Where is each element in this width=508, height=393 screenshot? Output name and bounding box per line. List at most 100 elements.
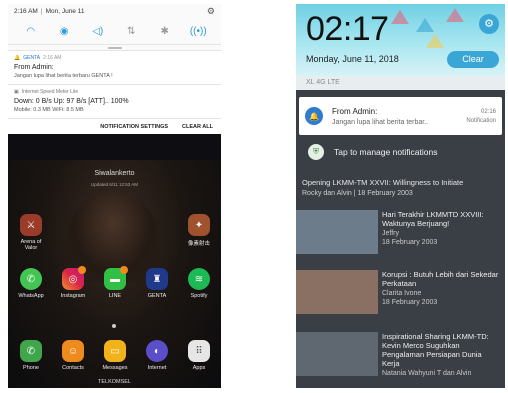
article-author: Natania Wahyuni T dan Alvin — [382, 370, 472, 377]
speed-meter-notification[interactable]: ▣ Internet Speed Meter Lite Down: 0 B/s … — [8, 84, 221, 118]
notif-title: From Admin: — [14, 64, 54, 71]
app-label: Messages — [102, 365, 128, 371]
notif-app-name: Internet Speed Meter Lite — [21, 89, 79, 95]
app-label: Internet — [147, 365, 167, 371]
article-thumbnail — [296, 210, 378, 254]
game-icon: ✦ — [188, 214, 210, 236]
manage-label: Tap to manage notifications — [334, 147, 438, 157]
app-contacts[interactable]: ☺ Contacts — [58, 340, 88, 371]
app-spotify[interactable]: ≋ Spotify — [184, 268, 214, 299]
notif-title: Down: 0 B/s Up: 97 B/s [ATT].. 100% — [14, 98, 129, 105]
clear-button[interactable]: Clear — [447, 51, 499, 68]
article-author: Clarita Ivone — [382, 290, 422, 297]
speed-meter-icon: ▣ — [14, 89, 19, 95]
bluetooth-icon[interactable]: ✱ — [156, 26, 174, 37]
genta-notification[interactable]: 🔔 GENTA 2:16 AM From Admin: Jangan lupa … — [8, 50, 221, 84]
app-label: 像素射击 — [187, 241, 210, 247]
app-label: LINE — [108, 293, 122, 299]
article-row[interactable]: Inspirational Sharing LKMM-TD: Kevin Mer… — [296, 326, 505, 380]
article-date: 18 February 2003 — [382, 299, 438, 306]
notif-time: 02:16 — [480, 108, 496, 115]
article-title: Inspirational Sharing LKMM-TD: Kevin Mer… — [382, 332, 489, 368]
carrier-label: TELKOMSEL — [97, 379, 131, 385]
home-screen: Siwalankerto Updated 6/11 12:53 AM ⚔ Are… — [8, 160, 221, 388]
notification-settings-button[interactable]: NOTIFICATION SETTINGS — [100, 124, 168, 130]
notif-body: Mobile: 0.3 MB WiFi: 8.5 MB — [14, 107, 84, 113]
lockscreen-header: 02:17 ⚙ Monday, June 11, 2018 Clear — [296, 4, 505, 76]
quick-settings-row: ◠ ◉ ◁) ⇅ ✱ ((•)) — [8, 19, 221, 45]
app-internet[interactable]: ◐ Internet — [142, 340, 172, 371]
article-meta: Rocky dan Alvin | 18 February 2003 — [302, 190, 413, 197]
notification-actions: NOTIFICATION SETTINGS CLEAR ALL — [8, 118, 221, 134]
spotify-icon: ≋ — [188, 268, 210, 290]
app-whatsapp[interactable]: ✆ WhatsApp — [16, 268, 46, 299]
weather-updated: Updated 6/11 12:53 AM — [91, 182, 138, 187]
wifi-icon[interactable]: ◠ — [22, 26, 40, 37]
notif-label: Notification — [466, 117, 496, 124]
app-phone[interactable]: ✆ Phone — [16, 340, 46, 371]
internet-icon: ◐ — [146, 340, 168, 362]
app-label: Phone — [23, 365, 39, 371]
weather-location: Siwalankerto — [94, 170, 135, 177]
article-date: 18 February 2003 — [382, 239, 438, 246]
location-icon[interactable]: ◉ — [55, 26, 73, 37]
app-arena-of-valor[interactable]: ⚔ Arena of Valor — [16, 214, 46, 251]
contacts-icon: ☺ — [62, 340, 84, 362]
gear-icon[interactable]: ⚙ — [479, 14, 499, 34]
admin-notification[interactable]: 🔔 From Admin: Jangan lupa lihat berita t… — [299, 97, 502, 135]
sound-icon[interactable]: ◁) — [89, 26, 107, 37]
app-line[interactable]: ▬ LINE — [100, 266, 130, 299]
notif-body: Jangan lupa lihat berita terbaru GENTA ! — [14, 73, 113, 79]
app-label: WhatsApp — [18, 293, 44, 299]
notif-body: Jangan lupa lihat berita terbar.. — [332, 118, 429, 126]
notif-app-name: GENTA — [23, 55, 41, 61]
whatsapp-icon: ✆ — [20, 268, 42, 290]
shield-icon: ⛨ — [308, 144, 324, 160]
article-title: Opening LKMM-TM XXVII: Willingness to In… — [302, 178, 464, 187]
app-label: Instagram — [60, 293, 86, 299]
messages-icon: ▭ — [104, 340, 126, 362]
gear-icon[interactable]: ⚙ — [207, 6, 215, 17]
app-label: Spotify — [190, 293, 208, 299]
article-author: Jeffry — [382, 230, 399, 237]
mobile-data-icon[interactable]: ⇅ — [122, 26, 140, 37]
notif-title: From Admin: — [332, 106, 378, 116]
left-phone-screen: 2:16 AM | Mon, June 11 ⚙ ◠ ◉ ◁) ⇅ ✱ ((•)… — [8, 4, 221, 388]
page-indicator-dot — [112, 324, 116, 328]
notification-badge — [120, 266, 128, 274]
app-label: GENTA — [147, 293, 167, 299]
app-game[interactable]: ✦ 像素射击 — [184, 214, 214, 247]
bell-icon: 🔔 — [305, 107, 323, 125]
app-label: Apps — [192, 365, 206, 371]
manage-notifications-row[interactable]: ⛨ Tap to manage notifications — [308, 144, 437, 160]
notification-shade: 2:16 AM | Mon, June 11 ⚙ ◠ ◉ ◁) ⇅ ✱ ((•)… — [8, 4, 221, 134]
phone-icon: ✆ — [20, 340, 42, 362]
nfc-icon[interactable]: ((•)) — [189, 26, 207, 37]
article-title: Hari Terakhir LKMMTD XXVIII: Waktunya Be… — [382, 210, 484, 228]
article-title: Korupsi : Butuh Lebih dari Sekedar Perka… — [382, 270, 499, 288]
article-thumbnail — [296, 270, 378, 314]
app-genta[interactable]: ♜ GENTA — [142, 268, 172, 299]
arena-of-valor-icon: ⚔ — [20, 214, 42, 236]
article-row[interactable]: Korupsi : Butuh Lebih dari Sekedar Perka… — [296, 264, 505, 318]
article-row[interactable]: Hari Terakhir LKMMTD XXVIII: Waktunya Be… — [296, 204, 505, 258]
app-label: Arena of Valor — [20, 239, 42, 251]
featured-article[interactable]: Opening LKMM-TM XXVII: Willingness to In… — [302, 178, 499, 197]
app-instagram[interactable]: ◎ Instagram — [58, 266, 88, 299]
apps-grid-icon: ⠿ — [188, 340, 210, 362]
app-label: Contacts — [62, 365, 84, 371]
genta-icon: ♜ — [146, 268, 168, 290]
clock: 02:17 — [306, 10, 389, 48]
app-apps[interactable]: ⠿ Apps — [184, 340, 214, 371]
status-time: 2:16 AM — [14, 8, 38, 15]
network-label: XL 4G LTE — [296, 76, 505, 90]
app-messages[interactable]: ▭ Messages — [100, 340, 130, 371]
notif-time: 2:16 AM — [43, 55, 62, 61]
clear-all-button[interactable]: CLEAR ALL — [182, 124, 213, 130]
right-phone-screen: 02:17 ⚙ Monday, June 11, 2018 Clear XL 4… — [296, 4, 505, 388]
date-label: Monday, June 11, 2018 — [306, 54, 399, 64]
notification-badge — [78, 266, 86, 274]
status-row: 2:16 AM | Mon, June 11 ⚙ — [14, 6, 215, 17]
status-date: Mon, June 11 — [45, 8, 85, 15]
article-thumbnail — [296, 332, 378, 376]
